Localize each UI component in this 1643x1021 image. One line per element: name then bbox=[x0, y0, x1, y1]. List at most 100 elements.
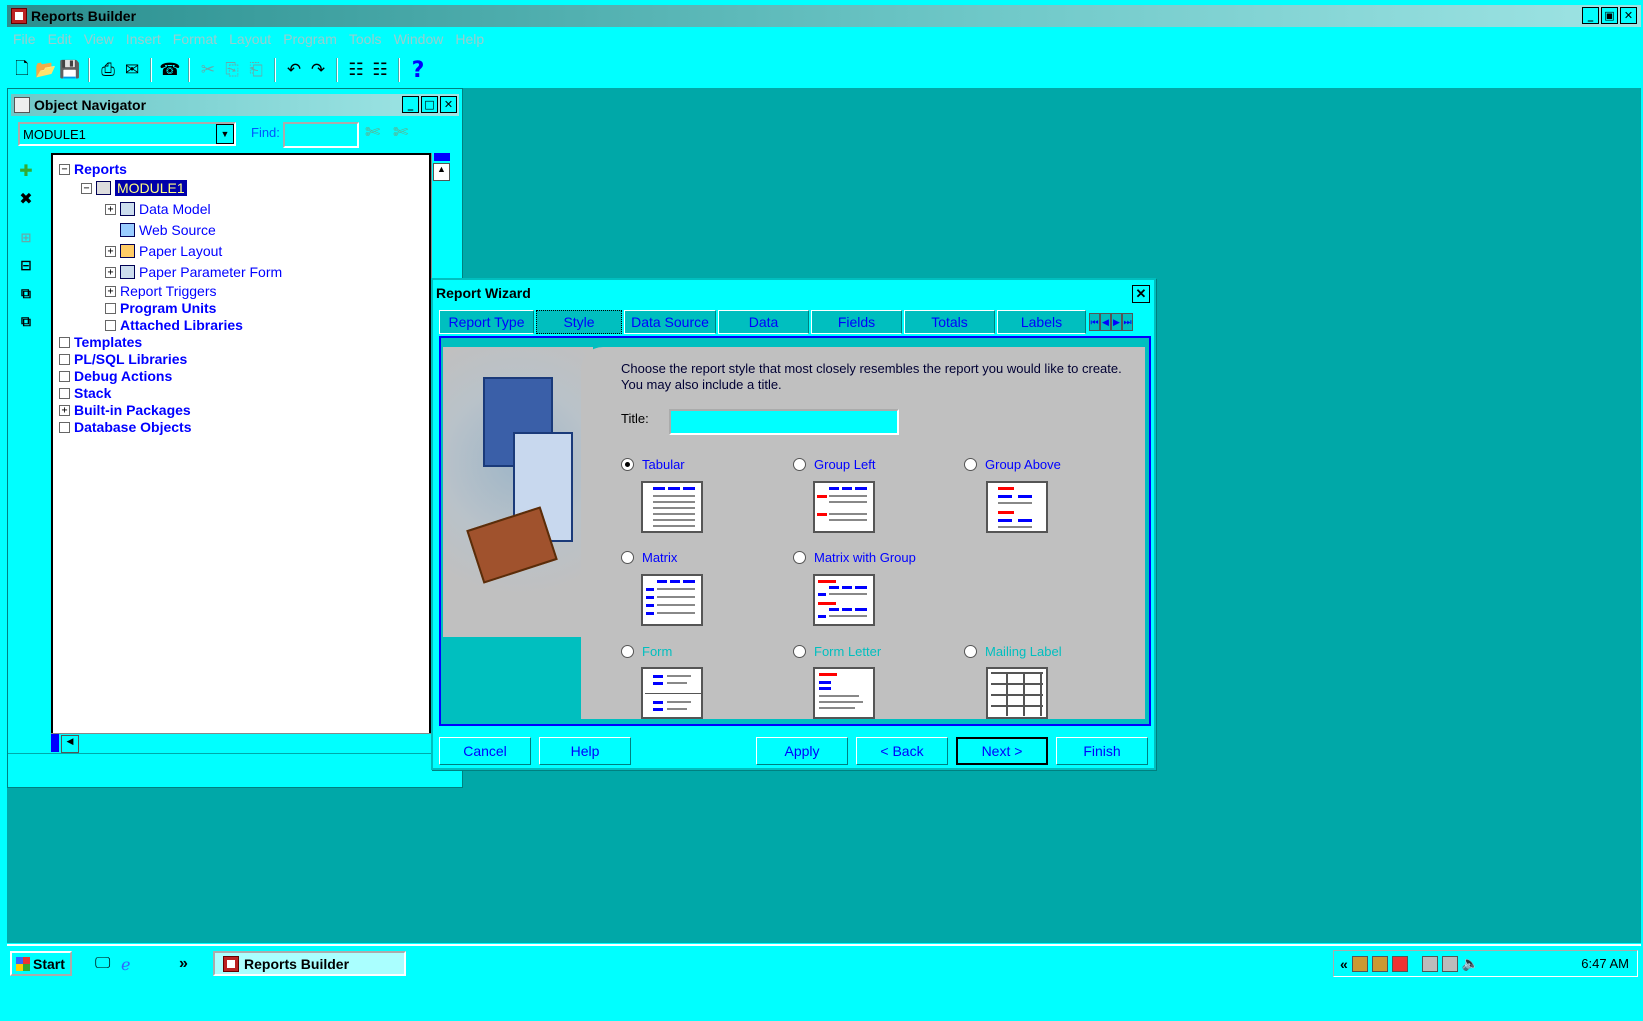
new-file-icon[interactable]: 🗋 bbox=[10, 58, 34, 82]
menu-insert[interactable]: Insert bbox=[126, 31, 161, 47]
connect-icon[interactable]: ☎ bbox=[158, 58, 182, 82]
radio-button[interactable] bbox=[793, 551, 806, 564]
back-button[interactable]: < Back bbox=[856, 737, 948, 765]
restore-button[interactable]: ▣ bbox=[1601, 7, 1618, 24]
collapse-toggle[interactable]: − bbox=[59, 163, 70, 175]
help-button[interactable]: Help bbox=[539, 737, 631, 765]
expand-toggle[interactable]: + bbox=[105, 266, 116, 278]
title-input[interactable] bbox=[669, 409, 899, 435]
menu-window[interactable]: Window bbox=[394, 31, 444, 47]
expand-toggle[interactable]: + bbox=[105, 245, 116, 257]
print-icon[interactable]: ⎙ bbox=[96, 58, 120, 82]
tab-data[interactable]: Data bbox=[718, 310, 809, 334]
redo-icon[interactable]: ↷ bbox=[306, 58, 330, 82]
run-paper-layout-icon[interactable]: ☷ bbox=[344, 58, 368, 82]
expand-toggle[interactable]: + bbox=[105, 203, 116, 215]
tray-network-icon[interactable] bbox=[1441, 955, 1458, 972]
tree-item-database-objects[interactable]: Database Objects bbox=[59, 418, 192, 436]
create-icon[interactable]: ✚ bbox=[13, 157, 39, 183]
module-select[interactable]: MODULE1 ▼ bbox=[18, 122, 236, 146]
tree-item-module1[interactable]: − MODULE1 bbox=[81, 179, 187, 197]
tree-item-data-model[interactable]: + Data Model bbox=[105, 200, 211, 218]
menu-layout[interactable]: Layout bbox=[229, 31, 271, 47]
expand-toggle[interactable]: + bbox=[105, 285, 116, 297]
undo-icon[interactable]: ↶ bbox=[282, 58, 306, 82]
tree-item-debug-actions[interactable]: Debug Actions bbox=[59, 367, 172, 385]
tree-item-paper-parameter-form[interactable]: + Paper Parameter Form bbox=[105, 263, 282, 281]
style-option-form[interactable]: Form bbox=[621, 644, 672, 659]
style-option-matrix-with-group[interactable]: Matrix with Group bbox=[793, 550, 916, 565]
style-option-matrix[interactable]: Matrix bbox=[621, 550, 677, 565]
tab-labels[interactable]: Labels bbox=[997, 310, 1086, 334]
tray-expand-icon[interactable]: « bbox=[1340, 956, 1348, 972]
cancel-button[interactable]: Cancel bbox=[439, 737, 531, 765]
tab-report-type[interactable]: Report Type bbox=[439, 310, 534, 334]
expand-all-icon[interactable]: ⧉ bbox=[13, 281, 39, 307]
collapse-all-icon[interactable]: ⧉ bbox=[13, 309, 39, 335]
scroll-up-icon[interactable]: ▲ bbox=[433, 163, 450, 181]
tree-item-web-source[interactable]: Web Source bbox=[105, 221, 216, 239]
radio-button[interactable] bbox=[964, 645, 977, 658]
tray-network-icon[interactable] bbox=[1421, 955, 1438, 972]
tree-item-templates[interactable]: Templates bbox=[59, 333, 142, 351]
navigator-close-button[interactable]: ✕ bbox=[440, 96, 457, 113]
navigator-horizontal-scrollbar[interactable]: ◀ bbox=[51, 733, 431, 753]
taskbar-item-reports-builder[interactable]: Reports Builder bbox=[213, 951, 406, 976]
tree-item-report-triggers[interactable]: + Report Triggers bbox=[105, 282, 216, 300]
collapse-toggle[interactable]: − bbox=[81, 182, 92, 194]
close-button[interactable]: ✕ bbox=[1620, 7, 1637, 24]
navigator-minimize-button[interactable]: _ bbox=[402, 96, 419, 113]
tab-data-source[interactable]: Data Source bbox=[624, 310, 716, 334]
menu-format[interactable]: Format bbox=[173, 31, 217, 47]
radio-button[interactable] bbox=[793, 645, 806, 658]
style-option-group-above[interactable]: Group Above bbox=[964, 457, 1061, 472]
radio-button[interactable] bbox=[621, 551, 634, 564]
apply-button[interactable]: Apply bbox=[756, 737, 848, 765]
finish-button[interactable]: Finish bbox=[1056, 737, 1148, 765]
tree-item-paper-layout[interactable]: + Paper Layout bbox=[105, 242, 222, 260]
open-folder-icon[interactable]: 📂 bbox=[34, 58, 58, 82]
tab-fields[interactable]: Fields bbox=[811, 310, 902, 334]
radio-button[interactable] bbox=[964, 458, 977, 471]
show-desktop-icon[interactable]: 🖵 bbox=[95, 955, 110, 973]
run-web-layout-icon[interactable]: ☷ bbox=[368, 58, 392, 82]
close-icon[interactable]: ✕ bbox=[1132, 285, 1150, 303]
tree-item-stack[interactable]: Stack bbox=[59, 384, 111, 402]
scroll-left-icon[interactable]: ◀ bbox=[61, 735, 79, 753]
internet-explorer-icon[interactable]: ℯ bbox=[121, 955, 130, 975]
menu-view[interactable]: View bbox=[84, 31, 114, 47]
first-tab-icon[interactable]: ⏮ bbox=[1089, 313, 1100, 331]
copy-icon[interactable]: ⎘ bbox=[220, 58, 244, 82]
next-button[interactable]: Next > bbox=[956, 737, 1048, 765]
expand-toggle[interactable]: + bbox=[59, 404, 70, 416]
next-tab-icon[interactable]: ▶ bbox=[1111, 313, 1122, 331]
style-option-mailing-label[interactable]: Mailing Label bbox=[964, 644, 1062, 659]
tree-item-attached-libraries[interactable]: Attached Libraries bbox=[105, 316, 243, 334]
save-icon[interactable]: 💾 bbox=[58, 58, 82, 82]
menu-edit[interactable]: Edit bbox=[48, 31, 72, 47]
volume-icon[interactable]: 🔈 bbox=[1462, 955, 1479, 972]
style-option-form-letter[interactable]: Form Letter bbox=[793, 644, 881, 659]
tree-item-reports[interactable]: − Reports bbox=[59, 160, 127, 178]
menu-tools[interactable]: Tools bbox=[349, 31, 382, 47]
menu-help[interactable]: Help bbox=[455, 31, 484, 47]
radio-button[interactable] bbox=[793, 458, 806, 471]
find-input[interactable] bbox=[283, 122, 359, 148]
last-tab-icon[interactable]: ⏭ bbox=[1122, 313, 1133, 331]
menu-file[interactable]: File bbox=[13, 31, 36, 47]
menu-program[interactable]: Program bbox=[283, 31, 337, 47]
tab-style[interactable]: Style bbox=[536, 310, 622, 334]
tray-app-icon[interactable] bbox=[1351, 955, 1368, 972]
radio-button[interactable] bbox=[621, 645, 634, 658]
mail-icon[interactable]: ✉ bbox=[120, 58, 144, 82]
delete-icon[interactable]: ✖ bbox=[13, 185, 39, 211]
style-option-group-left[interactable]: Group Left bbox=[793, 457, 875, 472]
start-button[interactable]: Start bbox=[10, 951, 72, 976]
tray-app-icon[interactable] bbox=[1371, 955, 1388, 972]
style-option-tabular[interactable]: Tabular bbox=[621, 457, 685, 472]
tree-item-plsql-libraries[interactable]: PL/SQL Libraries bbox=[59, 350, 187, 368]
tray-security-icon[interactable] bbox=[1391, 955, 1408, 972]
find-next-icon[interactable]: ✄ bbox=[393, 122, 408, 143]
prev-tab-icon[interactable]: ◀ bbox=[1100, 313, 1111, 331]
tree-item-program-units[interactable]: Program Units bbox=[105, 299, 216, 317]
